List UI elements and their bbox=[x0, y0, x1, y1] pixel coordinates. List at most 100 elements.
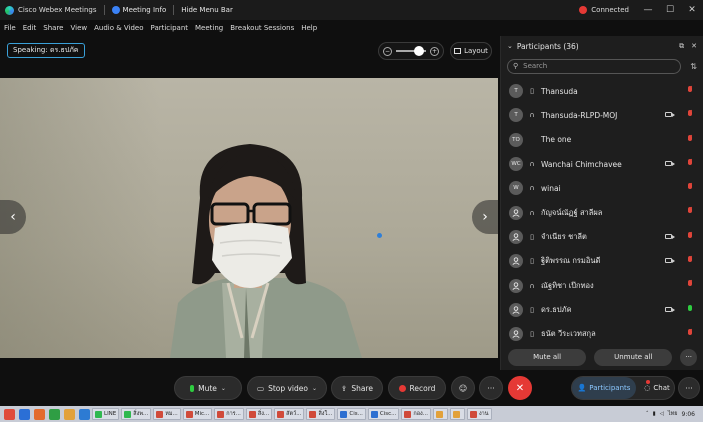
close-window-button[interactable]: ✕ bbox=[681, 5, 703, 15]
taskbar-app[interactable]: Cis... bbox=[337, 408, 366, 420]
folder-icon[interactable] bbox=[64, 408, 75, 420]
layout-button[interactable]: Layout bbox=[450, 42, 492, 60]
taskbar-app[interactable]: สัตว์... bbox=[274, 408, 305, 420]
panel-more-button[interactable]: ··· bbox=[680, 348, 697, 366]
volume-icon[interactable]: ◁ bbox=[660, 411, 664, 417]
microphone-muted-icon[interactable] bbox=[687, 255, 693, 264]
participant-row[interactable]: ∩ ณัฐทิชา เป๊กทอง bbox=[501, 273, 703, 297]
right-more-button[interactable]: ··· bbox=[678, 377, 700, 399]
menu-view[interactable]: View bbox=[70, 24, 87, 32]
next-video-button[interactable]: › bbox=[472, 200, 498, 234]
microphone-muted-icon[interactable] bbox=[687, 182, 693, 191]
meeting-info-icon[interactable] bbox=[111, 6, 120, 14]
microphone-muted-icon[interactable] bbox=[687, 158, 693, 167]
menu-participant[interactable]: Participant bbox=[151, 24, 188, 32]
chevron-down-icon[interactable]: ⌄ bbox=[221, 385, 226, 392]
title-bar-right: Connected — ☐ ✕ bbox=[579, 5, 703, 15]
taskbar-app[interactable]: Mic... bbox=[182, 408, 213, 420]
microphone-icon[interactable] bbox=[688, 304, 692, 313]
participant-search-input[interactable]: ⚲ Search bbox=[507, 58, 681, 74]
microphone-muted-icon[interactable] bbox=[687, 110, 693, 118]
close-panel-icon[interactable]: ✕ bbox=[691, 42, 697, 51]
taskbar-app[interactable]: งาน bbox=[467, 408, 492, 420]
chat-app-icon[interactable] bbox=[49, 408, 60, 420]
participant-row[interactable]: ▯ ดร.ธปภัค bbox=[501, 298, 703, 322]
taskbar-app[interactable]: สิ่งใ... bbox=[306, 408, 336, 420]
zoom-in-button[interactable]: + bbox=[430, 46, 439, 56]
app-icon bbox=[370, 410, 378, 418]
sort-icon[interactable]: ⇅ bbox=[685, 62, 697, 71]
browser-icon[interactable] bbox=[19, 408, 30, 420]
stop-video-button[interactable]: ▭ Stop video ⌄ bbox=[247, 376, 327, 400]
menu-meeting[interactable]: Meeting bbox=[195, 24, 223, 32]
taskbar-app[interactable]: การ... bbox=[214, 408, 244, 420]
participant-row[interactable]: ∩ กัญจน์ณัฏฐ์ สาลีผล bbox=[501, 200, 703, 224]
panel-header-actions: ⧉ ✕ bbox=[679, 42, 697, 51]
taskbar-app[interactable]: หม... bbox=[153, 408, 181, 420]
network-icon[interactable]: ▮ bbox=[653, 411, 656, 417]
meeting-info-link[interactable]: Meeting Info bbox=[123, 6, 167, 14]
panel-toggle-group: 👤 Participants ◌ Chat bbox=[571, 376, 675, 400]
clock[interactable]: 9:06 bbox=[682, 411, 695, 418]
maximize-button[interactable]: ☐ bbox=[659, 5, 681, 15]
taskbar-app[interactable]: กอง... bbox=[401, 408, 431, 420]
taskbar-app[interactable] bbox=[450, 408, 465, 420]
menu-help[interactable]: Help bbox=[301, 24, 317, 32]
participant-row[interactable]: ▯ จำเนียร ชาลีต bbox=[501, 225, 703, 249]
microphone-muted-icon[interactable] bbox=[687, 328, 693, 337]
collapse-panel-icon[interactable]: ⌄ bbox=[507, 42, 513, 50]
participants-toggle-button[interactable]: 👤 Participants bbox=[572, 377, 636, 399]
menu-breakout-sessions[interactable]: Breakout Sessions bbox=[230, 24, 294, 32]
end-meeting-button[interactable]: ✕ bbox=[508, 376, 532, 400]
participant-row[interactable]: ▯ ฐิติพรรณ กรมอินดี bbox=[501, 249, 703, 273]
hide-menu-bar-link[interactable]: Hide Menu Bar bbox=[181, 6, 233, 14]
mute-button[interactable]: Mute ⌄ bbox=[174, 376, 242, 400]
zoom-slider-handle[interactable] bbox=[414, 46, 425, 56]
tray-up-icon[interactable]: ˄ bbox=[646, 411, 649, 417]
participant-avatar: W bbox=[509, 181, 523, 196]
chat-toggle-button[interactable]: ◌ Chat bbox=[638, 377, 676, 399]
microphone-muted-icon[interactable] bbox=[687, 207, 693, 215]
menu-file[interactable]: File bbox=[4, 24, 16, 32]
mail-icon[interactable] bbox=[79, 408, 90, 420]
taskbar-app[interactable]: สิ่ง... bbox=[245, 408, 273, 420]
participant-row[interactable]: W ∩ winai bbox=[501, 176, 703, 200]
record-button[interactable]: Record bbox=[388, 376, 446, 400]
phone-icon: ▯ bbox=[530, 257, 534, 266]
microphone-muted-icon[interactable] bbox=[687, 85, 693, 94]
minimize-button[interactable]: — bbox=[637, 5, 659, 15]
taskbar-app[interactable]: LINE bbox=[92, 408, 120, 420]
microphone-muted-icon[interactable] bbox=[687, 280, 693, 288]
taskbar-app-label: Cis... bbox=[349, 411, 363, 417]
chevron-down-icon[interactable]: ⌄ bbox=[312, 385, 317, 392]
participant-row[interactable]: ▯ ธนัต วีระเวทสกุล bbox=[501, 322, 703, 346]
share-button[interactable]: ⇪ Share bbox=[331, 376, 383, 400]
pop-out-icon[interactable]: ⧉ bbox=[679, 42, 684, 51]
taskbar-app[interactable] bbox=[433, 408, 448, 420]
participant-row[interactable]: TO The one bbox=[501, 128, 703, 152]
menu-share[interactable]: Share bbox=[43, 24, 63, 32]
zoom-out-button[interactable]: − bbox=[383, 46, 392, 56]
office-icon[interactable] bbox=[34, 408, 45, 420]
participant-row[interactable]: WC ∩ Wanchai Chimchavee bbox=[501, 152, 703, 176]
microphone-muted-icon[interactable] bbox=[687, 134, 693, 143]
connection-status: Connected bbox=[591, 6, 629, 14]
mute-all-button[interactable]: Mute all bbox=[508, 348, 587, 366]
mute-label: Mute bbox=[198, 383, 217, 393]
input-language[interactable]: ไทย bbox=[668, 410, 678, 418]
person-icon: 👤 bbox=[577, 384, 587, 392]
menu-audio-video[interactable]: Audio & Video bbox=[94, 24, 143, 32]
start-icon[interactable] bbox=[4, 408, 15, 420]
more-options-button[interactable]: ··· bbox=[479, 376, 503, 400]
reactions-button[interactable]: ☺ bbox=[451, 376, 475, 400]
participant-row[interactable]: T ▯ Thansuda bbox=[501, 79, 703, 103]
unmute-all-button[interactable]: Unmute all bbox=[594, 348, 673, 366]
zoom-slider[interactable] bbox=[396, 46, 426, 56]
participants-panel-header: ⌄ Participants (36) ⧉ ✕ bbox=[501, 36, 703, 56]
separator bbox=[103, 5, 105, 15]
participant-row[interactable]: T ∩ Thansuda-RLPD-MOJ bbox=[501, 103, 703, 127]
taskbar-app[interactable]: สิ่งพ... bbox=[121, 408, 152, 420]
menu-edit[interactable]: Edit bbox=[23, 24, 37, 32]
taskbar-app[interactable]: Cisc... bbox=[367, 408, 400, 420]
microphone-muted-icon[interactable] bbox=[687, 231, 693, 240]
